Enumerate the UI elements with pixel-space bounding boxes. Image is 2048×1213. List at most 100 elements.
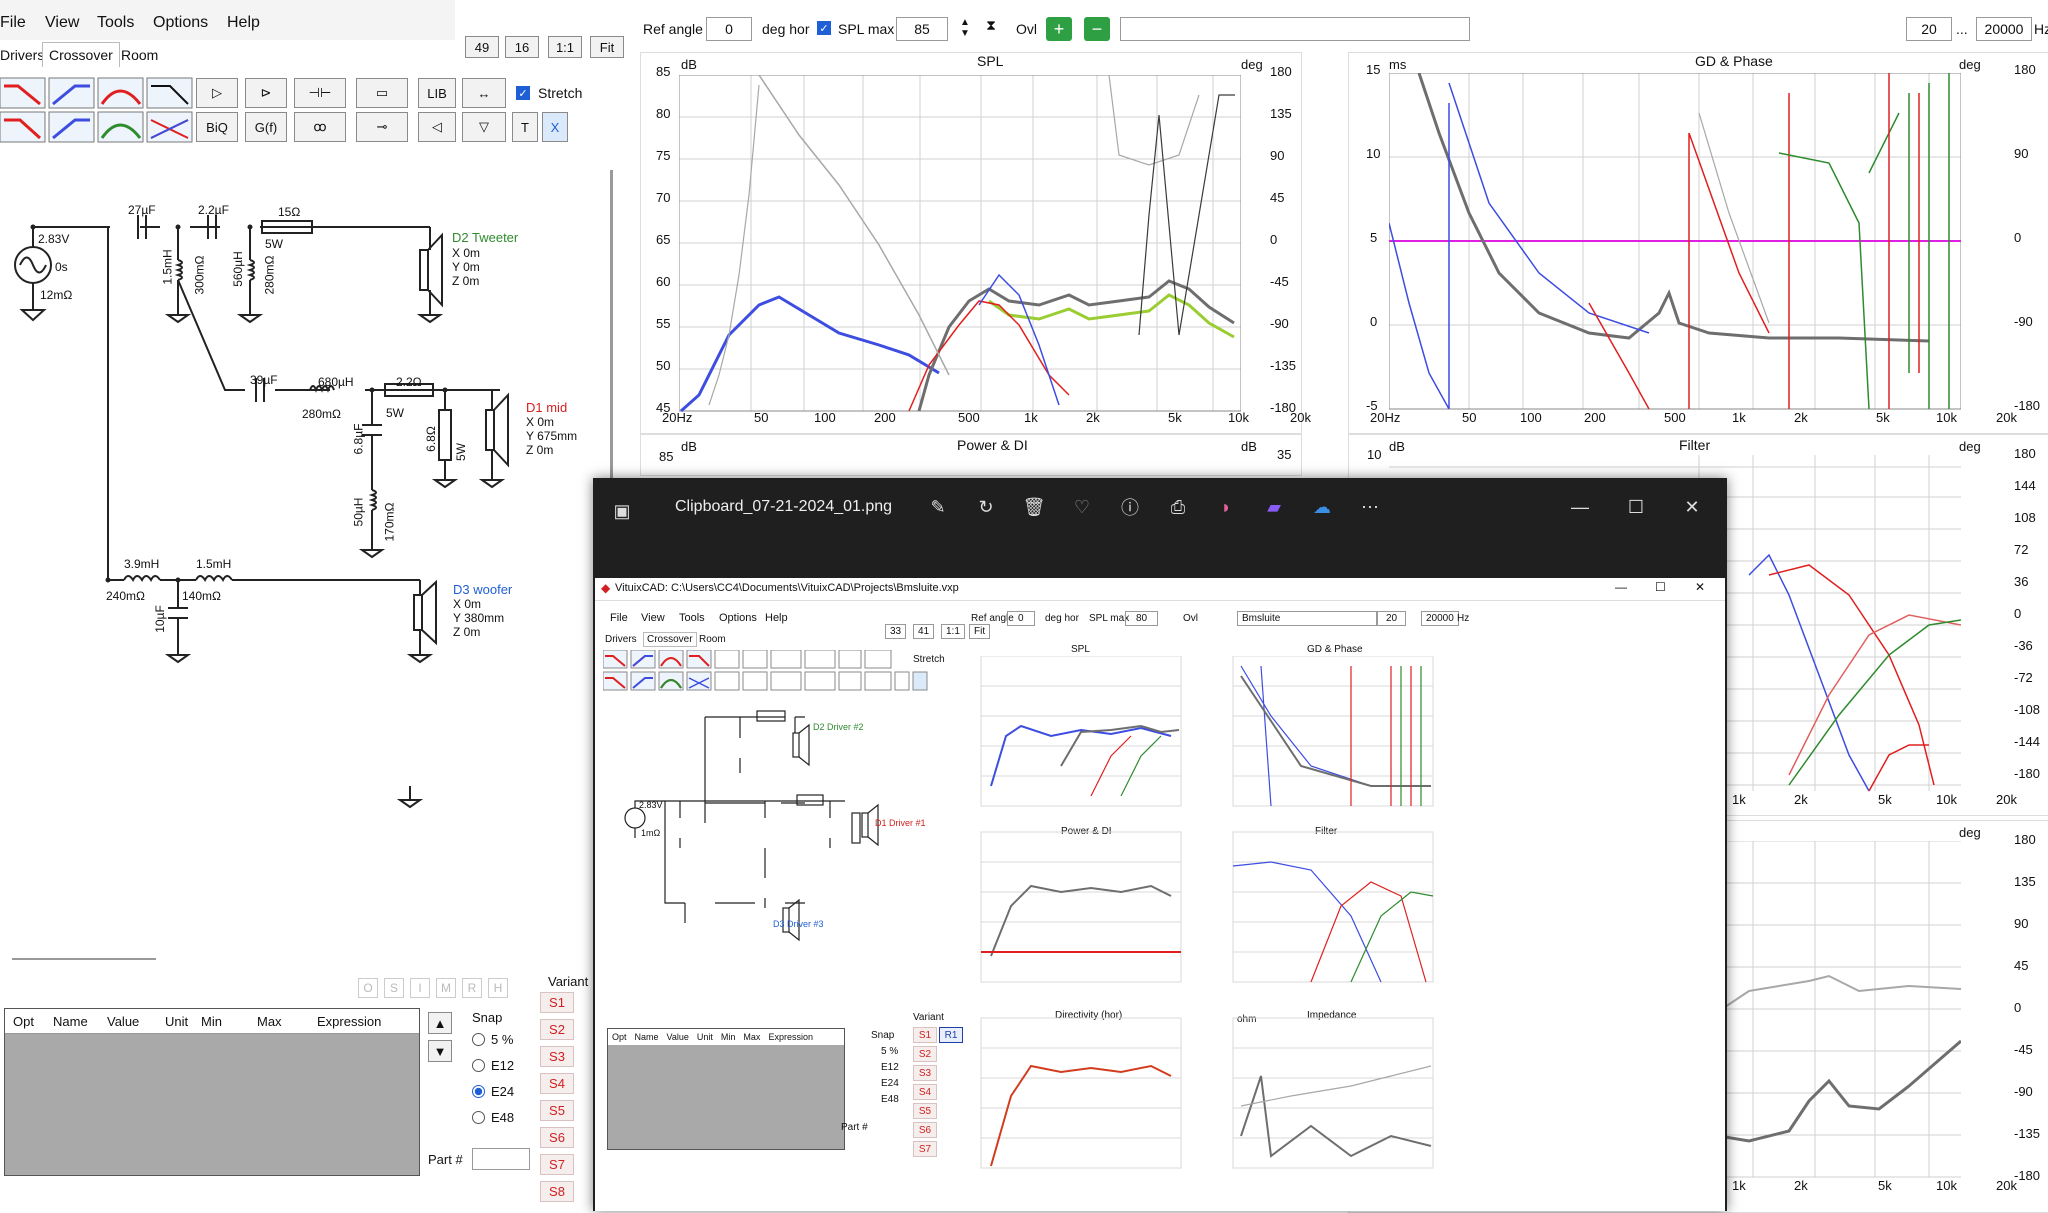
panel-divider[interactable] (12, 958, 156, 960)
t-button[interactable]: T (512, 112, 538, 142)
spl-max-checkbox[interactable]: ✓ (817, 21, 831, 35)
delete-icon[interactable]: 🗑 (1021, 494, 1047, 520)
opt-m-button[interactable]: M (436, 978, 456, 998)
snap-e48[interactable]: E48 (472, 1110, 514, 1125)
transformer-button[interactable]: ⊸ (356, 112, 408, 142)
variant-s4[interactable]: S4 (540, 1073, 574, 1094)
move-up-button[interactable]: ▲ (428, 1012, 452, 1034)
print-icon[interactable]: ⎙ (1165, 494, 1191, 520)
overlay-name-input[interactable] (1120, 17, 1470, 41)
variant-s8[interactable]: S8 (540, 1181, 574, 1202)
close-icon[interactable]: ✕ (1679, 494, 1705, 520)
opt-h-button[interactable]: H (488, 978, 508, 998)
menu-view[interactable]: View (45, 14, 79, 32)
zoom-fit-button[interactable]: Fit (590, 36, 624, 58)
stretch-checkbox[interactable]: ✓ (516, 86, 530, 100)
resistor-button[interactable]: ▭ (356, 78, 408, 108)
add-overlay-button[interactable]: + (1046, 17, 1072, 41)
col-name[interactable]: Name (53, 1014, 107, 1029)
opt-i-button[interactable]: I (410, 978, 430, 998)
opt-r-button[interactable]: R (462, 978, 482, 998)
ref-angle-input[interactable]: 0 (706, 17, 752, 41)
tab-room[interactable]: Room (121, 47, 158, 63)
part-input[interactable] (472, 1148, 530, 1170)
filter-deg-108: 108 (2014, 510, 2036, 525)
col-expression[interactable]: Expression (317, 1014, 397, 1029)
power-di-panel[interactable]: dB Power & DI dB 85 35 (640, 434, 1302, 476)
d3-name[interactable]: D3 woofer (453, 582, 512, 597)
opamp-button[interactable]: ▷ (196, 78, 238, 108)
snap-e12[interactable]: E12 (472, 1058, 514, 1073)
lib-button[interactable]: LIB (418, 78, 456, 108)
edit-icon[interactable]: ✎ (925, 494, 951, 520)
amp-button[interactable]: ⊳ (245, 78, 287, 108)
onedrive-icon[interactable]: ☁ (1309, 494, 1335, 520)
br-x-10k: 10k (1936, 1178, 1957, 1193)
gf-button[interactable]: G(f) (245, 112, 287, 142)
variant-s1[interactable]: S1 (540, 992, 574, 1013)
freq-min-input[interactable]: 20 (1906, 17, 1952, 41)
variant-s3[interactable]: S3 (540, 1046, 574, 1067)
spl-x-20hz: 20Hz (662, 410, 693, 425)
gallery-icon[interactable]: ▣ (609, 498, 635, 524)
info-icon[interactable]: ⓘ (1117, 494, 1143, 520)
move-down-button[interactable]: ▼ (428, 1040, 452, 1062)
snap-e24[interactable]: E24 (472, 1084, 514, 1099)
d1-name[interactable]: D1 mid (526, 400, 567, 415)
variant-s7[interactable]: S7 (540, 1154, 574, 1175)
rotate-icon[interactable]: ↻ (973, 494, 999, 520)
minimize-icon[interactable]: — (1567, 494, 1593, 520)
spl-auto-button[interactable]: ⧗ (982, 17, 1000, 41)
capacitor-button[interactable]: ⊣⊢ (294, 78, 346, 108)
clipchamp-icon[interactable]: ▰ (1261, 494, 1287, 520)
gd-phase-panel[interactable]: GD & Phase ms deg (1348, 52, 2048, 434)
gd-phase-plot[interactable] (1389, 73, 1961, 425)
remove-overlay-button[interactable]: − (1084, 17, 1110, 41)
opt-s-button[interactable]: S (384, 978, 404, 998)
zoom-49-button[interactable]: 49 (465, 36, 499, 58)
variant-s2[interactable]: S2 (540, 1019, 574, 1040)
speaker-button[interactable]: ◁ (418, 112, 456, 142)
gd-deg-90: 90 (2014, 146, 2029, 161)
spl-max-input[interactable]: 85 (896, 17, 948, 41)
inductor-button[interactable]: ꝏ (294, 112, 346, 142)
col-opt[interactable]: Opt (5, 1014, 53, 1029)
menu-options[interactable]: Options (153, 14, 208, 32)
variant-s6[interactable]: S6 (540, 1127, 574, 1148)
spl-deg-ticks: 180 135 90 45 0 -45 -90 -135 -180 (1270, 64, 1300, 424)
col-max[interactable]: Max (257, 1014, 317, 1029)
opt-o-button[interactable]: O (358, 978, 378, 998)
inner-zoom-fit: Fit (969, 624, 991, 639)
col-unit[interactable]: Unit (165, 1014, 201, 1029)
l5-label: 3.9mH (124, 557, 160, 571)
ground-button[interactable]: ▽ (462, 112, 506, 142)
menu-help[interactable]: Help (227, 14, 260, 32)
tab-drivers[interactable]: Drivers (0, 47, 44, 63)
more-icon[interactable]: ⋯ (1357, 494, 1383, 520)
d2-name[interactable]: D2 Tweeter (452, 230, 518, 245)
spl-panel[interactable]: SPL dB deg (640, 52, 1302, 434)
menu-tools[interactable]: Tools (97, 14, 134, 32)
d1-z: Z 0m (526, 443, 554, 457)
col-min[interactable]: Min (201, 1014, 257, 1029)
snap-5pct[interactable]: 5 % (472, 1032, 513, 1047)
tab-crossover[interactable]: Crossover (42, 42, 120, 67)
wire-button[interactable]: ↔ (462, 78, 506, 108)
zoom-16-button[interactable]: 16 (505, 36, 539, 58)
optimizer-table[interactable]: Opt Name Value Unit Min Max Expression (4, 1008, 420, 1176)
col-value[interactable]: Value (107, 1014, 165, 1029)
x-button[interactable]: X (542, 112, 568, 142)
spl-spinner[interactable]: ▲ ▼ (956, 17, 974, 41)
inner-deg-hor: deg hor (1045, 613, 1079, 624)
crossover-schematic[interactable] (0, 190, 600, 830)
designer-icon[interactable]: ◗ (1213, 494, 1239, 520)
biq-button[interactable]: BiQ (196, 112, 238, 142)
freq-max-input[interactable]: 20000 (1976, 17, 2032, 41)
zoom-1to1-button[interactable]: 1:1 (548, 36, 582, 58)
favorite-icon[interactable]: ♡ (1069, 494, 1095, 520)
variant-s5[interactable]: S5 (540, 1100, 574, 1121)
spl-plot[interactable] (679, 75, 1241, 421)
br-deg-m45: -45 (2014, 1042, 2033, 1057)
menu-file[interactable]: File (0, 14, 26, 32)
maximize-icon[interactable]: ☐ (1623, 494, 1649, 520)
